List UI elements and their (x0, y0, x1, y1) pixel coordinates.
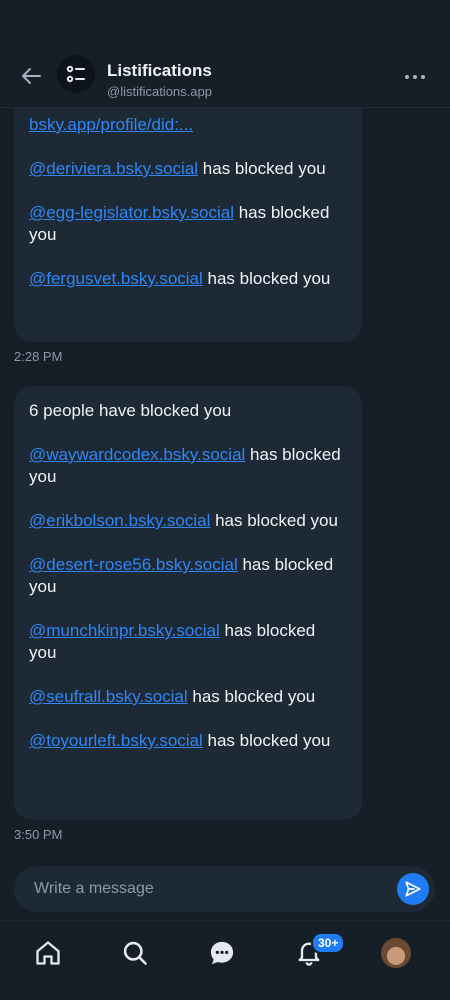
message-list[interactable]: bsky.app/profile/did:... @deriviera.bsky… (0, 108, 450, 860)
nav-profile[interactable] (378, 935, 414, 971)
message-line: @toyourleft.bsky.social has blocked you (29, 731, 331, 750)
profile-link[interactable]: bsky.app/profile/did:... (29, 115, 193, 134)
user-mention-link[interactable]: @deriviera.bsky.social (29, 159, 198, 178)
message-line: @seufrall.bsky.social has blocked you (29, 687, 316, 706)
nav-search[interactable] (117, 935, 153, 971)
message-line: @egg-legislator.bsky.social has blocked … (29, 203, 330, 244)
user-mention-link[interactable]: @seufrall.bsky.social (29, 687, 188, 706)
arrow-left-icon (22, 68, 41, 84)
bottom-navigation: 30+ (0, 920, 450, 1000)
message-composer (14, 866, 435, 912)
user-mention-link[interactable]: @erikbolson.bsky.social (29, 511, 210, 530)
nav-chat[interactable] (204, 935, 240, 971)
notification-badge: 30+ (311, 932, 346, 954)
home-icon (36, 941, 60, 965)
ellipsis-icon (405, 75, 425, 79)
user-mention-link[interactable]: @desert-rose56.bsky.social (29, 555, 238, 574)
message-input[interactable] (34, 866, 384, 912)
message-line: @fergusvet.bsky.social has blocked you (29, 269, 331, 288)
avatar (381, 938, 411, 968)
nav-home[interactable] (30, 935, 66, 971)
listifications-avatar[interactable] (57, 55, 95, 93)
list-icon (66, 65, 85, 83)
chat-handle: @listifications.app (107, 84, 212, 99)
message-line: bsky.app/profile/did:... (29, 114, 347, 136)
message-line: @waywardcodex.bsky.social has blocked yo… (29, 445, 341, 486)
more-options-button[interactable] (402, 64, 428, 90)
chat-title[interactable]: Listifications (107, 61, 212, 81)
message-timestamp: 3:50 PM (14, 827, 63, 842)
message-line: @munchkinpr.bsky.social has blocked you (29, 621, 316, 662)
chat-icon (210, 941, 234, 965)
send-icon (405, 881, 421, 897)
user-mention-link[interactable]: @toyourleft.bsky.social (29, 731, 203, 750)
user-mention-link[interactable]: @waywardcodex.bsky.social (29, 445, 245, 464)
message-line: @desert-rose56.bsky.social has blocked y… (29, 555, 334, 596)
message-timestamp: 2:28 PM (14, 349, 63, 364)
user-mention-link[interactable]: @munchkinpr.bsky.social (29, 621, 220, 640)
send-button[interactable] (397, 873, 429, 905)
back-button[interactable] (18, 62, 46, 90)
user-mention-link[interactable]: @egg-legislator.bsky.social (29, 203, 234, 222)
message-bubble: 6 people have blocked you @waywardcodex.… (14, 386, 362, 820)
message-bubble: bsky.app/profile/did:... @deriviera.bsky… (14, 108, 362, 342)
status-bar (0, 0, 450, 50)
search-icon (123, 941, 147, 965)
chat-header: Listifications @listifications.app (0, 50, 450, 108)
message-line: @deriviera.bsky.social has blocked you (29, 159, 326, 178)
message-line: @erikbolson.bsky.social has blocked you (29, 511, 338, 530)
user-mention-link[interactable]: @fergusvet.bsky.social (29, 269, 203, 288)
message-heading: 6 people have blocked you (29, 401, 232, 420)
